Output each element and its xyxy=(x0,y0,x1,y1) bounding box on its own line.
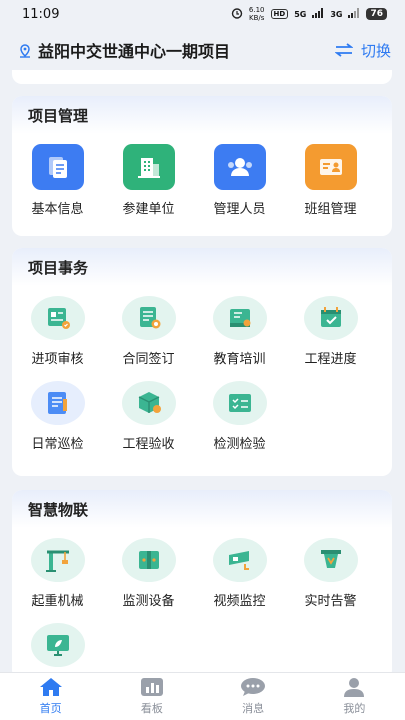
tab-label: 消息 xyxy=(242,702,265,715)
status-time: 11:09 xyxy=(22,6,60,22)
menu-item-label: 视频监控 xyxy=(213,594,266,609)
box-check-icon xyxy=(121,381,176,425)
menu-item-testing-inspection[interactable]: 检测检验 xyxy=(194,381,285,452)
project-header: 益阳中交世通中心一期项目 切换 xyxy=(0,30,405,70)
tab-label: 我的 xyxy=(343,702,366,715)
previous-card-edge xyxy=(12,70,392,84)
people-icon xyxy=(213,144,266,190)
menu-item-daily-inspection[interactable]: 日常巡检 xyxy=(12,381,103,452)
menu-item-label: 监测设备 xyxy=(122,594,175,609)
hd-badge: HD xyxy=(270,9,289,19)
switch-label: 切换 xyxy=(360,41,391,60)
crane-icon xyxy=(30,538,85,582)
alarm-clock-icon xyxy=(231,7,243,22)
inspection-board-icon xyxy=(212,381,267,425)
menu-item-project-acceptance[interactable]: 工程验收 xyxy=(103,381,194,452)
menu-item-label: 日常巡检 xyxy=(31,437,84,452)
net-speed-value: 6.10 xyxy=(248,6,265,14)
menu-item-label: 起重机械 xyxy=(31,594,84,609)
signal-5g-label: 5G xyxy=(294,9,307,19)
smart-iot-card: 智慧物联 起重机械 监测设备 视频监控 实时告警 xyxy=(12,490,392,680)
project-management-card: 项目管理 基本信息 参建单位 管理人员 班组管理 xyxy=(12,96,392,236)
menu-item-label: 教育培训 xyxy=(213,352,266,367)
menu-item-screen[interactable] xyxy=(12,623,103,667)
tab-label: 看板 xyxy=(140,702,163,715)
contract-icon xyxy=(121,296,176,340)
menu-item-basic-info[interactable]: 基本信息 xyxy=(12,144,103,217)
signal-bars-icon xyxy=(312,7,324,21)
camera-icon xyxy=(212,538,267,582)
section-title: 项目事务 xyxy=(12,248,392,286)
menu-item-project-progress[interactable]: 工程进度 xyxy=(285,296,376,367)
menu-item-participating-units[interactable]: 参建单位 xyxy=(103,144,194,217)
book-icon xyxy=(212,296,267,340)
signal-bars-icon xyxy=(348,7,360,21)
menu-item-label: 班组管理 xyxy=(304,202,357,217)
home-icon xyxy=(39,678,62,696)
menu-item-label: 管理人员 xyxy=(213,202,266,217)
calendar-check-icon xyxy=(303,296,358,340)
location-pin-icon xyxy=(18,43,32,58)
tab-mine[interactable]: 我的 xyxy=(304,673,405,720)
person-icon xyxy=(344,678,365,697)
building-icon xyxy=(122,144,175,190)
menu-item-label: 基本信息 xyxy=(31,202,84,217)
menu-item-label: 进项审核 xyxy=(31,352,84,367)
bottom-tab-bar: 首页 看板 消息 我的 xyxy=(0,672,405,720)
bar-chart-icon xyxy=(140,678,163,696)
menu-item-label: 工程进度 xyxy=(304,352,357,367)
menu-item-contract-signing[interactable]: 合同签订 xyxy=(103,296,194,367)
switch-project-button[interactable]: 切换 xyxy=(334,40,391,61)
status-indicators: 6.10 KB/s HD 5G 3G 76 xyxy=(231,6,387,22)
menu-item-managers[interactable]: 管理人员 xyxy=(194,144,285,217)
signal-3g-label: 3G xyxy=(330,9,343,19)
chat-bubble-icon xyxy=(241,678,266,696)
menu-item-lifting-machinery[interactable]: 起重机械 xyxy=(12,538,103,609)
menu-item-team-management[interactable]: 班组管理 xyxy=(285,144,376,217)
menu-item-label: 实时告警 xyxy=(304,594,357,609)
menu-item-entry-review[interactable]: 进项审核 xyxy=(12,296,103,367)
section-title: 智慧物联 xyxy=(12,490,392,528)
net-speed: 6.10 KB/s xyxy=(249,6,265,22)
menu-item-label: 合同签订 xyxy=(122,352,175,367)
switch-arrows-icon xyxy=(334,43,353,57)
review-icon xyxy=(30,296,85,340)
project-affairs-card: 项目事务 进项审核 合同签订 教育培训 工程进度 日常巡检 工程验收 检测检验 xyxy=(12,248,392,476)
tab-label: 首页 xyxy=(39,702,62,715)
menu-item-label: 参建单位 xyxy=(122,202,175,217)
menu-item-realtime-alarm[interactable]: 实时告警 xyxy=(285,538,376,609)
tab-messages[interactable]: 消息 xyxy=(203,673,304,720)
project-title: 益阳中交世通中心一期项目 xyxy=(38,42,231,61)
checklist-icon xyxy=(30,381,85,425)
alarm-icon xyxy=(303,538,358,582)
tab-home[interactable]: 首页 xyxy=(0,673,101,720)
battery-indicator: 76 xyxy=(366,8,387,20)
menu-item-monitoring-devices[interactable]: 监测设备 xyxy=(103,538,194,609)
menu-item-label: 检测检验 xyxy=(213,437,266,452)
monitor-device-icon xyxy=(121,538,176,582)
document-icon xyxy=(31,144,84,190)
section-title: 项目管理 xyxy=(12,96,392,134)
id-card-icon xyxy=(304,144,357,190)
menu-item-video-surveillance[interactable]: 视频监控 xyxy=(194,538,285,609)
tab-board[interactable]: 看板 xyxy=(101,673,202,720)
status-bar: 11:09 6.10 KB/s HD 5G 3G 76 xyxy=(0,0,405,28)
menu-item-label: 工程验收 xyxy=(122,437,175,452)
net-speed-unit: KB/s xyxy=(249,14,265,22)
screen-leaf-icon xyxy=(30,623,85,667)
menu-item-education-training[interactable]: 教育培训 xyxy=(194,296,285,367)
